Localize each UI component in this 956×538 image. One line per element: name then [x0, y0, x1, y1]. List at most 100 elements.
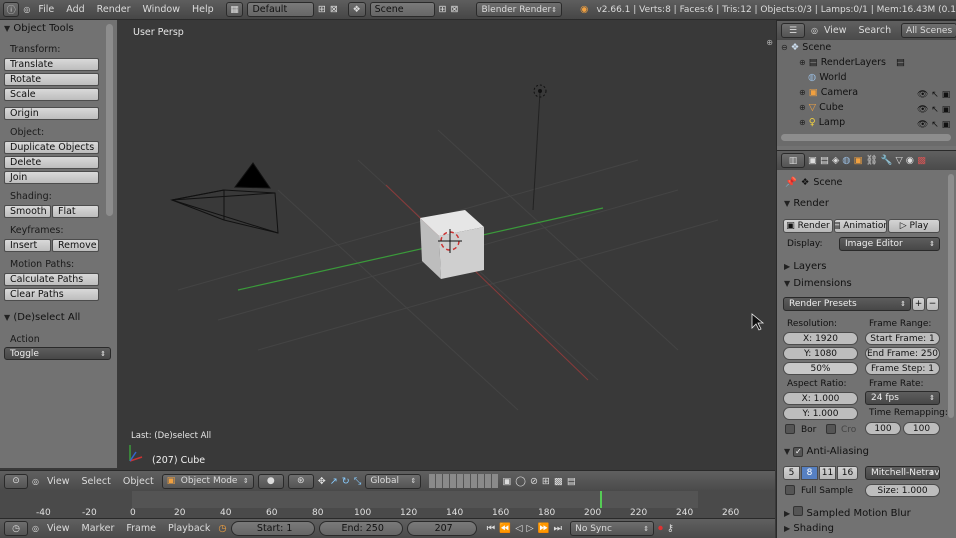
- outliner-item-renderlayers[interactable]: ⊕ ▤ RenderLayers ▤: [777, 55, 956, 70]
- layers-panel-header[interactable]: ▶ Layers: [784, 261, 826, 272]
- outliner-item-scene[interactable]: ⊖ ❖ Scene: [777, 40, 956, 55]
- menu-frame[interactable]: Frame: [122, 523, 160, 534]
- add-layout-icon[interactable]: ⊞: [318, 4, 326, 15]
- anti-aliasing-panel-header[interactable]: ▼ ✓ Anti-Aliasing: [784, 446, 869, 457]
- frame-rate-dropdown[interactable]: 24 fps ⇕: [865, 391, 940, 405]
- resolution-x-field[interactable]: X: 1920: [783, 332, 858, 345]
- camera-object[interactable]: [170, 162, 279, 234]
- aa-samples-8[interactable]: 8: [801, 466, 818, 480]
- delete-button[interactable]: Delete: [4, 156, 99, 169]
- add-region-icon[interactable]: ⊕: [766, 38, 773, 47]
- display-mode-dropdown[interactable]: All Scenes: [901, 23, 956, 38]
- menu-file[interactable]: File: [34, 4, 58, 15]
- prev-keyframe-icon[interactable]: ⏪: [499, 523, 511, 534]
- timeline-area[interactable]: -40 -20 0 20 40 60 80 100 120 140 160 18…: [0, 491, 775, 518]
- collapse-menu-icon[interactable]: ◎: [32, 524, 39, 533]
- proportional-edit-icon[interactable]: ◯: [515, 476, 526, 487]
- pin-icon[interactable]: 📌: [785, 177, 797, 188]
- play-icon[interactable]: ▷: [526, 523, 533, 534]
- preview-range-icon[interactable]: ◷: [218, 523, 226, 534]
- join-button[interactable]: Join: [4, 171, 99, 184]
- render-panel-header[interactable]: ▼ Render: [784, 198, 829, 209]
- remap-new-field[interactable]: 100: [903, 422, 940, 435]
- editor-type-button[interactable]: ⓘ: [3, 2, 20, 17]
- full-sample-checkbox[interactable]: [785, 485, 795, 495]
- texture-tab-icon[interactable]: ▩: [917, 155, 926, 166]
- deselect-all-header[interactable]: ▼ (De)select All: [4, 312, 80, 323]
- menu-add[interactable]: Add: [62, 4, 88, 15]
- render-tab-icon[interactable]: ▣: [808, 155, 817, 166]
- layer-lock-icon[interactable]: ▣: [502, 476, 511, 487]
- shading-panel-header[interactable]: ▶ Shading: [784, 523, 834, 534]
- rotate-manipulator-icon[interactable]: ↻: [342, 476, 350, 487]
- render-animation-icon[interactable]: ▤: [567, 476, 576, 487]
- visibility-toggles[interactable]: 👁 ↖ ▣ 👁 ↖ ▣ 👁 ↖ ▣: [917, 88, 950, 133]
- render-preview-icon[interactable]: ▩: [554, 476, 563, 487]
- aspect-x-field[interactable]: X: 1.000: [783, 392, 858, 405]
- menu-marker[interactable]: Marker: [78, 523, 119, 534]
- keying-set-icon[interactable]: ⚷: [667, 523, 674, 534]
- tool-shelf-scrollbar[interactable]: [106, 24, 113, 216]
- insert-keyframe-button[interactable]: Insert: [4, 239, 51, 252]
- end-frame-field[interactable]: End: 250: [318, 521, 403, 536]
- manipulator-toggle-icon[interactable]: ✥: [318, 476, 326, 487]
- orientation-dropdown[interactable]: Global ⇕: [365, 473, 422, 489]
- remove-preset-button[interactable]: −: [926, 297, 939, 311]
- origin-button[interactable]: Origin: [4, 107, 99, 120]
- screen-layout-selector[interactable]: ▦: [225, 2, 244, 17]
- collapse-menu-icon[interactable]: ◎: [811, 26, 818, 35]
- cube-object[interactable]: [420, 210, 484, 279]
- action-dropdown[interactable]: Toggle ⇕: [4, 347, 111, 360]
- mode-dropdown[interactable]: ▣ Object Mode ⇕: [161, 473, 254, 489]
- aa-samples-11[interactable]: 11: [819, 466, 836, 480]
- data-tab-icon[interactable]: ▽: [895, 155, 902, 166]
- scale-button[interactable]: Scale: [4, 88, 99, 101]
- render-presets-dropdown[interactable]: Render Presets ⇕: [783, 297, 911, 311]
- world-tab-icon[interactable]: ◍: [842, 155, 850, 166]
- start-frame-field[interactable]: Start: 1: [230, 521, 315, 536]
- menu-view[interactable]: View: [43, 476, 74, 487]
- aspect-y-field[interactable]: Y: 1.000: [783, 407, 858, 420]
- collapse-menu-icon[interactable]: ◎: [23, 5, 30, 14]
- render-button[interactable]: ▣ Render: [783, 219, 833, 233]
- resolution-y-field[interactable]: Y: 1080: [783, 347, 858, 360]
- current-frame-field[interactable]: 207: [406, 521, 477, 536]
- clear-paths-button[interactable]: Clear Paths: [4, 288, 99, 301]
- translate-manipulator-icon[interactable]: ↗: [330, 476, 338, 487]
- menu-view[interactable]: View: [824, 25, 847, 36]
- menu-select[interactable]: Select: [78, 476, 115, 487]
- remove-scene-icon[interactable]: ⊠: [451, 4, 459, 15]
- menu-window[interactable]: Window: [139, 4, 184, 15]
- aa-enable-checkbox[interactable]: ✓: [793, 447, 804, 457]
- record-icon[interactable]: ⏺: [658, 523, 663, 534]
- end-frame-field[interactable]: End Frame: 250: [865, 347, 940, 360]
- object-tools-header[interactable]: ▼ Object Tools: [4, 23, 74, 34]
- remap-old-field[interactable]: 100: [865, 422, 901, 435]
- add-scene-icon[interactable]: ⊞: [439, 4, 447, 15]
- aa-samples-16[interactable]: 16: [837, 466, 858, 480]
- scene-selector[interactable]: ❖: [347, 2, 366, 17]
- properties-scrollbar[interactable]: [948, 174, 954, 418]
- menu-object[interactable]: Object: [119, 476, 158, 487]
- scene-tab-icon[interactable]: ◈: [832, 155, 839, 166]
- rotate-button[interactable]: Rotate: [4, 73, 99, 86]
- resolution-percentage-slider[interactable]: 50%: [783, 362, 858, 375]
- pivot-point-dropdown[interactable]: ⊛: [287, 473, 314, 489]
- jump-end-icon[interactable]: ⏭: [554, 523, 563, 534]
- smooth-button[interactable]: Smooth: [4, 205, 51, 218]
- border-checkbox[interactable]: [785, 424, 795, 434]
- remove-layout-icon[interactable]: ⊠: [330, 4, 338, 15]
- jump-start-icon[interactable]: ⏮: [487, 523, 496, 534]
- menu-render[interactable]: Render: [93, 4, 135, 15]
- material-tab-icon[interactable]: ◉: [906, 155, 914, 166]
- flat-button[interactable]: Flat: [52, 205, 99, 218]
- snap-element-icon[interactable]: ⊞: [542, 476, 550, 487]
- scale-manipulator-icon[interactable]: ⤡: [354, 476, 362, 487]
- animation-button[interactable]: ▤ Animation: [834, 219, 887, 233]
- menu-search[interactable]: Search: [858, 25, 891, 36]
- calculate-paths-button[interactable]: Calculate Paths: [4, 273, 99, 286]
- menu-view[interactable]: View: [43, 523, 74, 534]
- menu-help[interactable]: Help: [188, 4, 218, 15]
- frame-step-field[interactable]: Frame Step: 1: [865, 362, 940, 375]
- play-reverse-icon[interactable]: ◁: [515, 523, 522, 534]
